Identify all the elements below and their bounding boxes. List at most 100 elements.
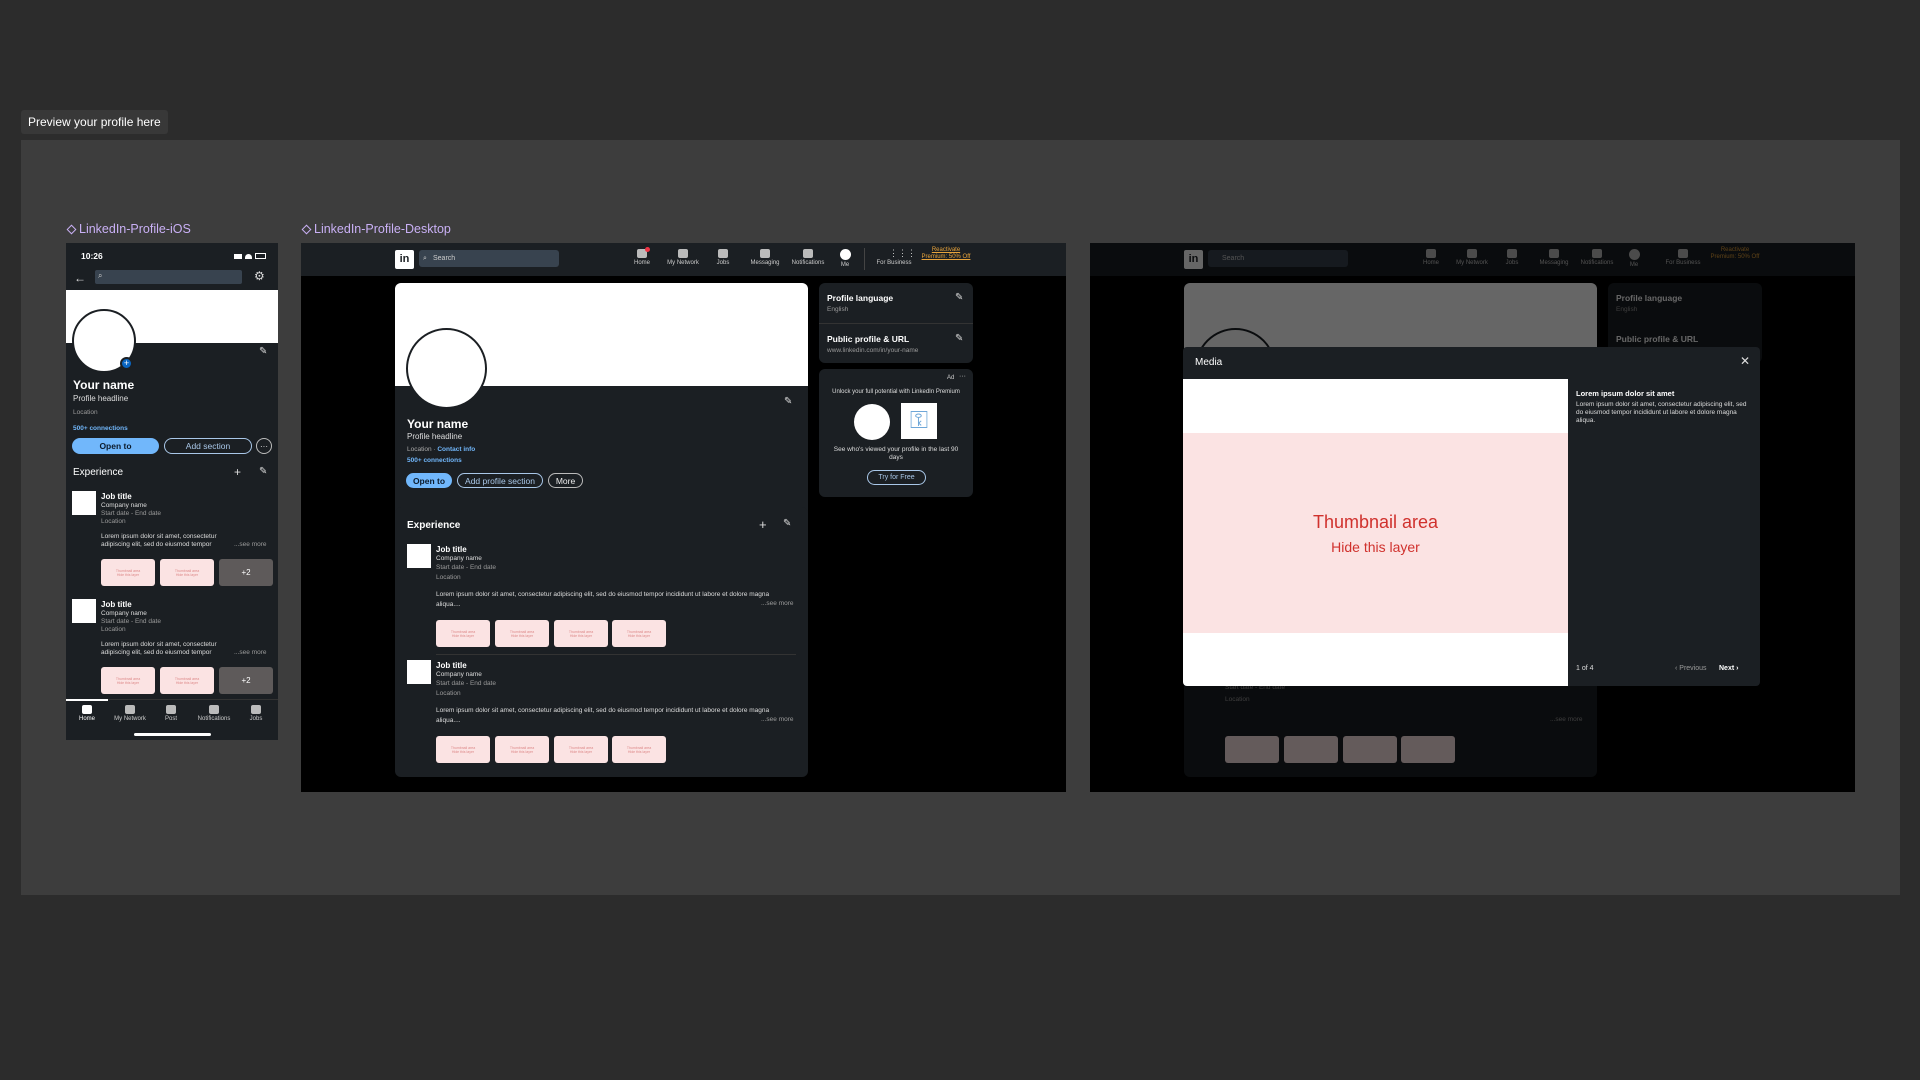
job-title: Job title [101,600,132,609]
nav-for-business[interactable]: ⋮⋮⋮ For Business [871,248,917,267]
media-thumbnail[interactable]: Thumbnail area Hide this layer [101,559,155,586]
media-thumbnail[interactable]: Thumbnail area Hide this layer [495,736,549,763]
company-name: Company name [436,671,482,678]
desktop-frame-label[interactable]: LinkedIn-Profile-Desktop [301,222,451,236]
tab-label: Home [78,716,95,722]
thumbnail-area: Thumbnail area Hide this layer [1183,433,1568,633]
status-icons [234,253,268,259]
public-profile-title: Public profile & URL [827,334,910,344]
next-button[interactable]: Next › [1719,665,1738,672]
more-media-button[interactable]: +2 [219,559,273,586]
add-experience-icon[interactable]: + [234,465,241,479]
search-input[interactable]: ⌕ Search [419,250,559,267]
open-to-button[interactable]: Open to [406,473,452,488]
edit-pencil-icon[interactable]: ✎ [259,346,267,357]
search-input[interactable]: ⌕ [95,270,242,284]
see-more-link[interactable]: ...see more [234,541,267,548]
ios-frame-label[interactable]: LinkedIn-Profile-iOS [66,222,191,236]
previous-button[interactable]: ‹ Previous [1675,665,1707,672]
edit-pencil-icon[interactable]: ✎ [955,333,963,344]
nav-notifications[interactable]: Notifications [787,249,829,266]
media-thumbnail[interactable]: Thumbnail area Hide this layer [436,620,490,647]
media-thumbnail[interactable]: Thumbnail area Hide this layer [554,620,608,647]
see-more-link[interactable]: ...see more [761,716,794,723]
add-profile-section-button[interactable]: Add profile section [457,473,543,488]
edit-experience-icon[interactable]: ✎ [783,518,791,529]
contact-info-link[interactable]: Contact info [437,446,475,453]
company-name: Company name [101,610,147,617]
briefcase-icon [718,249,728,258]
tab-post[interactable]: Post [154,705,188,722]
tab-notifications[interactable]: Notifications [192,705,236,722]
more-media-button[interactable]: +2 [219,667,273,694]
media-thumbnail[interactable]: Thumbnail area Hide this layer [612,620,666,647]
media-viewer[interactable]: Thumbnail area Hide this layer [1183,379,1568,686]
open-to-button[interactable]: Open to [72,438,159,454]
media-pager: 1 of 4 [1576,665,1594,672]
nav-messaging[interactable]: Messaging [747,249,783,266]
search-placeholder: Search [433,255,456,262]
profile-settings-card: Profile language English ✎ Public profil… [819,283,973,363]
grid-icon: ⋮⋮⋮ [889,248,916,258]
ad-label: Ad [947,375,955,381]
ad-options-icon[interactable]: ··· [959,373,966,380]
add-section-button[interactable]: Add section [164,438,252,454]
tab-home[interactable]: Home [70,705,104,722]
location-row: Location · Contact info [407,446,476,453]
linkedin-logo-icon[interactable]: in [395,250,414,269]
tab-jobs[interactable]: Jobs [238,705,274,722]
close-icon[interactable]: ✕ [1740,354,1750,368]
see-more-link[interactable]: ...see more [234,649,267,656]
ios-profile-frame: 10:26 ← ⌕ ⚙ + ✎ Your name Profile headli… [66,243,278,740]
experience-card: Experience + ✎ Job title Company name St… [395,507,808,777]
more-button[interactable]: More [548,473,583,488]
add-photo-icon[interactable]: + [120,357,133,370]
edit-experience-icon[interactable]: ✎ [259,466,267,477]
media-thumbnail[interactable]: Thumbnail area Hide this layer [436,736,490,763]
premium-ad-card: Ad ··· Unlock your full potential with L… [819,369,973,497]
nav-home[interactable]: Home [627,247,657,266]
back-arrow-icon[interactable]: ← [74,271,86,285]
try-free-button[interactable]: Try for Free [867,470,926,485]
avatar[interactable] [406,328,487,409]
home-indicator [134,733,211,736]
home-icon [637,247,650,258]
next-label: Next [1719,665,1735,672]
add-experience-icon[interactable]: + [759,517,767,532]
nav-my-network[interactable]: My Network [663,249,703,266]
nav-me[interactable]: Me [833,249,857,268]
premium-link[interactable]: Reactivate Premium: 50% Off [921,247,971,261]
nav-jobs[interactable]: Jobs [709,249,737,266]
settings-gear-icon[interactable]: ⚙ [254,269,265,283]
profile-name: Your name [73,378,135,392]
tab-label: Notifications [197,716,231,722]
key-icon: ⚿ [901,403,937,439]
media-thumbnail[interactable]: Thumbnail area Hide this layer [495,620,549,647]
media-thumbnail[interactable]: Thumbnail area Hide this layer [612,736,666,763]
connections-link[interactable]: 500+ connections [73,425,128,432]
tab-my-network[interactable]: My Network [110,705,150,722]
public-profile-url[interactable]: www.linkedin.com/in/your-name [827,347,918,354]
edit-pencil-icon[interactable]: ✎ [955,292,963,303]
wifi-icon [245,253,252,259]
nav-label: Me [840,262,850,268]
media-thumbnail[interactable]: Thumbnail area Hide this layer [160,559,214,586]
company-name: Company name [436,555,482,562]
see-more-link[interactable]: ...see more [761,600,794,607]
media-thumbnail[interactable]: Thumbnail area Hide this layer [101,667,155,694]
media-thumbnail[interactable]: Thumbnail area Hide this layer [160,667,214,694]
ad-caption: See who's viewed your profile in the las… [833,446,959,461]
nav-label: Notifications [791,260,825,266]
edit-pencil-icon[interactable]: ✎ [784,396,792,407]
media-modal: Media ✕ Thumbnail area Hide this layer L… [1183,347,1760,686]
connections-link[interactable]: 500+ connections [407,457,462,464]
network-icon [678,249,688,258]
job-location: Location [101,626,126,633]
notification-dot [645,247,650,252]
profile-name: Your name [407,417,469,431]
bell-icon [803,249,813,258]
battery-icon [255,253,266,259]
tab-label: Post [164,716,177,722]
more-options-icon[interactable]: ··· [256,438,272,454]
media-thumbnail[interactable]: Thumbnail area Hide this layer [554,736,608,763]
